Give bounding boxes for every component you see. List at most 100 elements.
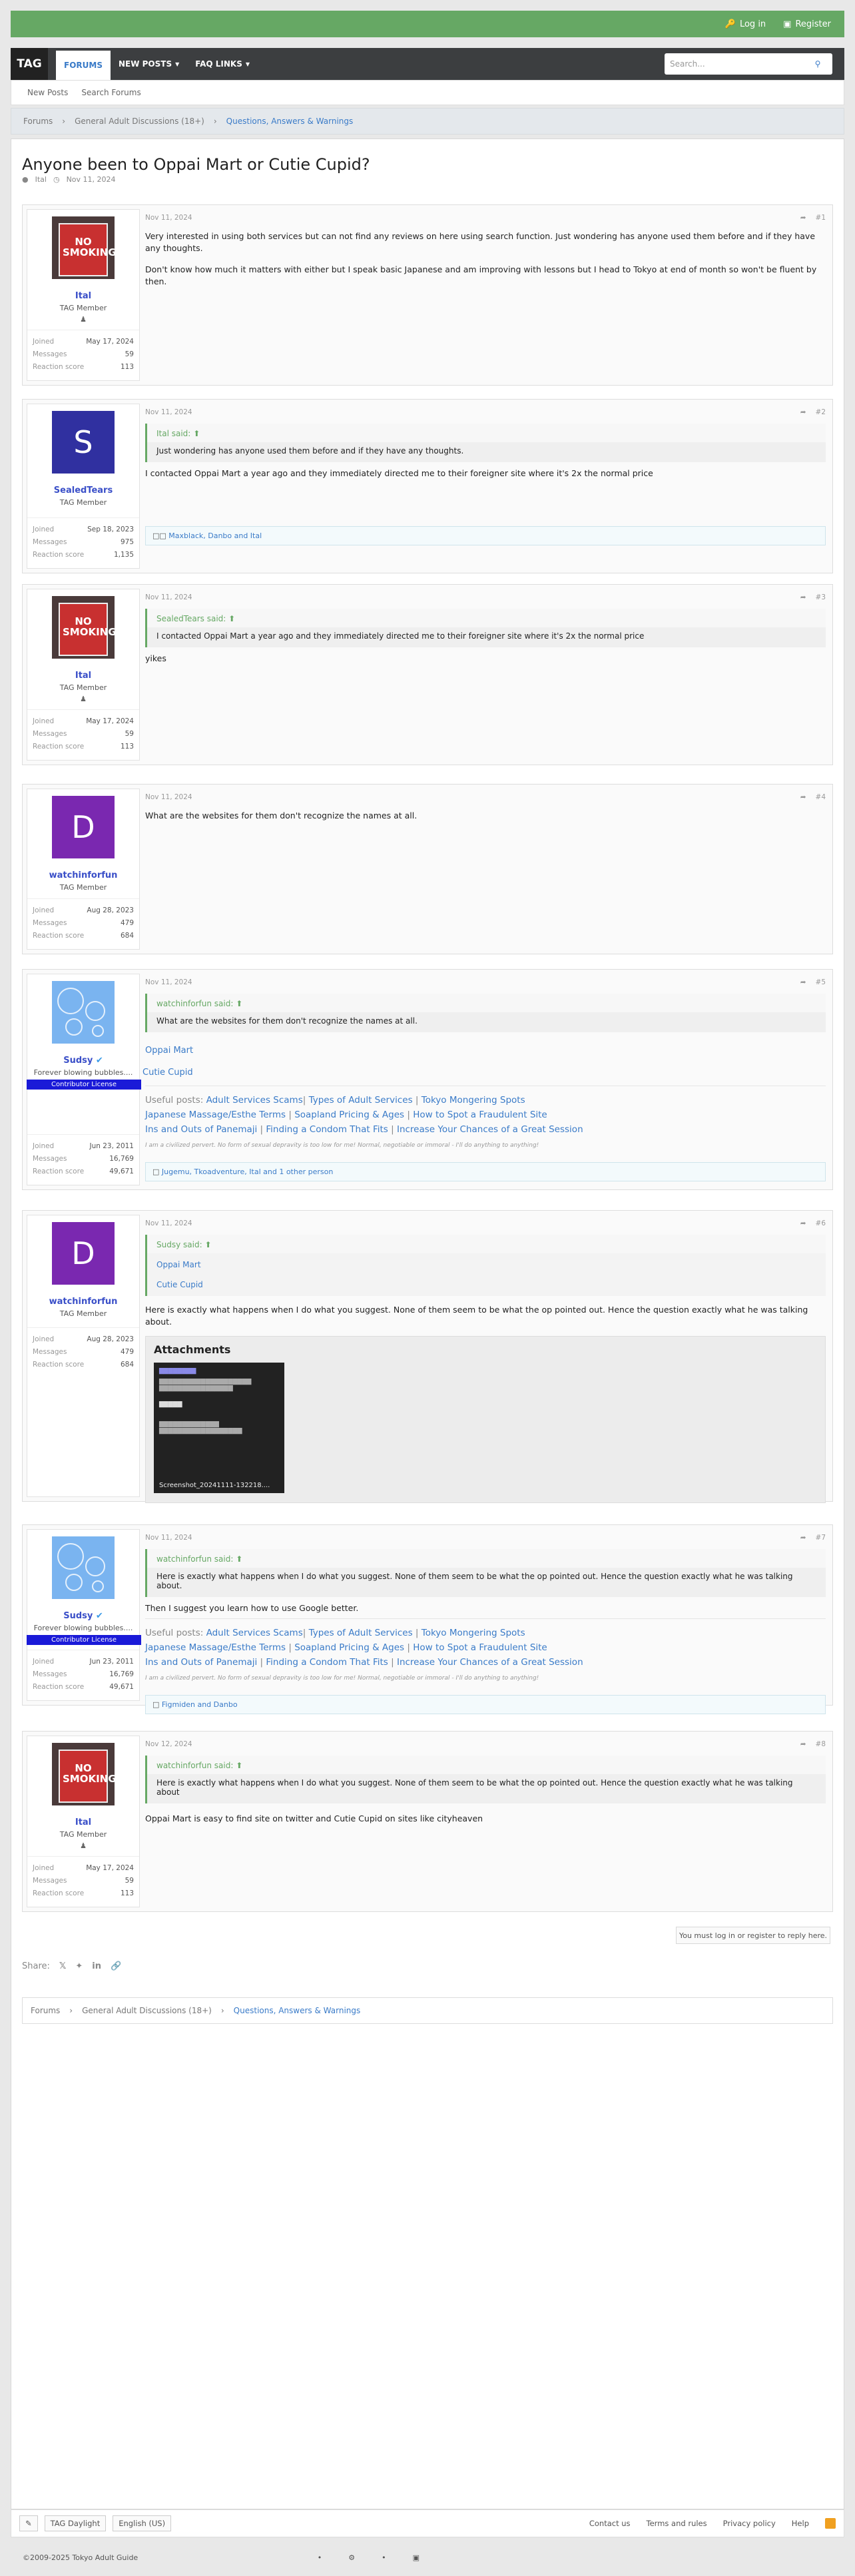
- crumb-general[interactable]: General Adult Discussions (18+): [75, 117, 204, 126]
- sig-link[interactable]: Adult Services Scams: [206, 1628, 303, 1638]
- tab-forums[interactable]: FORUMS: [56, 51, 111, 80]
- subnav-search-forums[interactable]: Search Forums: [81, 88, 141, 97]
- share-icon[interactable]: ➦: [800, 593, 806, 601]
- sig-link[interactable]: Soapland Pricing & Ages: [294, 1642, 404, 1653]
- quote-author[interactable]: Ital said:: [156, 429, 190, 438]
- post-date[interactable]: Nov 11, 2024: [145, 1219, 192, 1227]
- arrow-up-icon[interactable]: ⬆: [228, 614, 235, 623]
- bluesky-icon[interactable]: ✦: [75, 1961, 83, 1971]
- username[interactable]: Sudsy ✔: [27, 1056, 139, 1066]
- username[interactable]: Ital: [27, 671, 139, 681]
- post-number[interactable]: #6: [816, 1219, 826, 1227]
- crumb-qa[interactable]: Questions, Answers & Warnings: [226, 117, 354, 126]
- post-date[interactable]: Nov 11, 2024: [145, 793, 192, 801]
- post-date[interactable]: Nov 11, 2024: [145, 214, 192, 222]
- username[interactable]: watchinforfun: [27, 870, 139, 880]
- footer-terms[interactable]: Terms and rules: [647, 2519, 707, 2528]
- crumb-forums[interactable]: Forums: [31, 2006, 60, 2015]
- share-icon[interactable]: ➦: [800, 1740, 806, 1748]
- quote-author[interactable]: watchinforfun said:: [156, 999, 233, 1008]
- sig-link[interactable]: Soapland Pricing & Ages: [294, 1110, 404, 1120]
- username[interactable]: Ital: [27, 291, 139, 301]
- post-date[interactable]: Nov 11, 2024: [145, 593, 192, 601]
- post-date[interactable]: Nov 11, 2024: [145, 978, 192, 986]
- share-icon[interactable]: ➦: [800, 408, 806, 416]
- sig-link[interactable]: Japanese Massage/Esthe Terms: [145, 1110, 286, 1120]
- arrow-up-icon[interactable]: ⬆: [236, 1554, 242, 1564]
- post-number[interactable]: #1: [816, 214, 826, 222]
- username[interactable]: Sudsy ✔: [27, 1611, 139, 1621]
- x-icon[interactable]: 𝕏: [59, 1961, 66, 1971]
- arrow-up-icon[interactable]: ⬆: [204, 1240, 211, 1249]
- sig-link[interactable]: How to Spot a Fraudulent Site: [413, 1110, 547, 1120]
- avatar[interactable]: NO SMOKING: [52, 596, 115, 659]
- post-date[interactable]: Nov 11, 2024: [145, 1534, 192, 1542]
- sig-link[interactable]: Japanese Massage/Esthe Terms: [145, 1642, 286, 1653]
- sig-link[interactable]: Adult Services Scams: [206, 1095, 303, 1106]
- sig-link[interactable]: Ins and Outs of Panemaji: [145, 1657, 257, 1668]
- share-icon[interactable]: ➦: [800, 1534, 806, 1542]
- edit-icon[interactable]: ✎: [19, 2515, 38, 2531]
- avatar[interactable]: NO SMOKING: [52, 216, 115, 279]
- avatar[interactable]: D: [52, 1222, 115, 1285]
- share-icon[interactable]: ➦: [800, 1219, 806, 1227]
- language-chooser[interactable]: English (US): [113, 2515, 172, 2531]
- footer-help[interactable]: Help: [792, 2519, 809, 2528]
- avatar[interactable]: [52, 1536, 115, 1599]
- quote-author[interactable]: Sudsy said:: [156, 1240, 202, 1249]
- sig-link[interactable]: Increase Your Chances of a Great Session: [397, 1124, 583, 1135]
- arrow-up-icon[interactable]: ⬆: [193, 429, 200, 438]
- post-number[interactable]: #7: [816, 1534, 826, 1542]
- quote-link[interactable]: Cutie Cupid: [147, 1272, 826, 1296]
- attachment-thumbnail[interactable]: ▇▇▇▇▇▇▇▇ ▇▇▇▇▇▇▇▇▇▇▇▇▇▇▇▇▇▇▇▇ ▇▇▇▇▇▇▇▇▇▇▇…: [154, 1363, 284, 1493]
- share-icon[interactable]: ➦: [800, 793, 806, 801]
- rss-icon[interactable]: [825, 2518, 836, 2529]
- share-icon[interactable]: ➦: [800, 978, 806, 986]
- search-icon[interactable]: ⚲: [804, 55, 831, 73]
- sig-link[interactable]: Tokyo Mongering Spots: [422, 1628, 525, 1638]
- username[interactable]: watchinforfun: [27, 1297, 139, 1307]
- username[interactable]: SealedTears: [27, 485, 139, 495]
- sig-link[interactable]: How to Spot a Fraudulent Site: [413, 1642, 547, 1653]
- tab-new-posts[interactable]: NEW POSTS ▼: [111, 48, 187, 80]
- site-logo[interactable]: TAG: [11, 48, 48, 80]
- share-icon[interactable]: ➦: [800, 214, 806, 222]
- post-date[interactable]: Nov 12, 2024: [145, 1740, 192, 1748]
- arrow-up-icon[interactable]: ⬆: [236, 1761, 242, 1770]
- sig-link[interactable]: Increase Your Chances of a Great Session: [397, 1657, 583, 1668]
- reactions-bar[interactable]: □ Figmiden and Danbo: [145, 1695, 826, 1714]
- quote-author[interactable]: watchinforfun said:: [156, 1554, 233, 1564]
- quote-link[interactable]: Oppai Mart: [147, 1253, 826, 1272]
- tab-faq-links[interactable]: FAQ LINKS ▼: [187, 48, 258, 80]
- register-link[interactable]: ▣ Register: [783, 19, 831, 29]
- avatar[interactable]: D: [52, 796, 115, 858]
- thread-date[interactable]: Nov 11, 2024: [67, 175, 116, 184]
- post-number[interactable]: #2: [816, 408, 826, 416]
- footer-contact[interactable]: Contact us: [589, 2519, 631, 2528]
- subnav-new-posts[interactable]: New Posts: [27, 88, 68, 97]
- link-icon[interactable]: 🔗: [111, 1961, 121, 1971]
- sig-link[interactable]: Ins and Outs of Panemaji: [145, 1124, 257, 1135]
- sig-link[interactable]: Types of Adult Services: [309, 1628, 413, 1638]
- avatar[interactable]: [52, 981, 115, 1044]
- crumb-general[interactable]: General Adult Discussions (18+): [82, 2006, 212, 2015]
- linkedin-icon[interactable]: in: [92, 1961, 101, 1971]
- post-date[interactable]: Nov 11, 2024: [145, 408, 192, 416]
- crumb-forums[interactable]: Forums: [23, 117, 53, 126]
- image-icon[interactable]: ▣: [413, 2553, 420, 2562]
- avatar[interactable]: S: [52, 411, 115, 474]
- footer-privacy[interactable]: Privacy policy: [723, 2519, 776, 2528]
- post-number[interactable]: #3: [816, 593, 826, 601]
- arrow-up-icon[interactable]: ⬆: [236, 999, 242, 1008]
- sig-link[interactable]: Types of Adult Services: [309, 1095, 413, 1106]
- reactions-bar[interactable]: □ Jugemu, Tkoadventure, Ital and 1 other…: [145, 1162, 826, 1181]
- login-link[interactable]: 🔑 Log in: [725, 19, 766, 29]
- sig-link[interactable]: Finding a Condom That Fits: [266, 1124, 388, 1135]
- username[interactable]: Ital: [27, 1817, 139, 1827]
- avatar[interactable]: NO SMOKING: [52, 1743, 115, 1805]
- reply-notice[interactable]: You must log in or register to reply her…: [676, 1927, 830, 1944]
- quote-author[interactable]: SealedTears said:: [156, 614, 226, 623]
- reactions-bar[interactable]: □□ Maxblack, Danbo and Ital: [145, 526, 826, 545]
- thread-author[interactable]: Ital: [35, 175, 47, 184]
- sig-link[interactable]: Finding a Condom That Fits: [266, 1657, 388, 1668]
